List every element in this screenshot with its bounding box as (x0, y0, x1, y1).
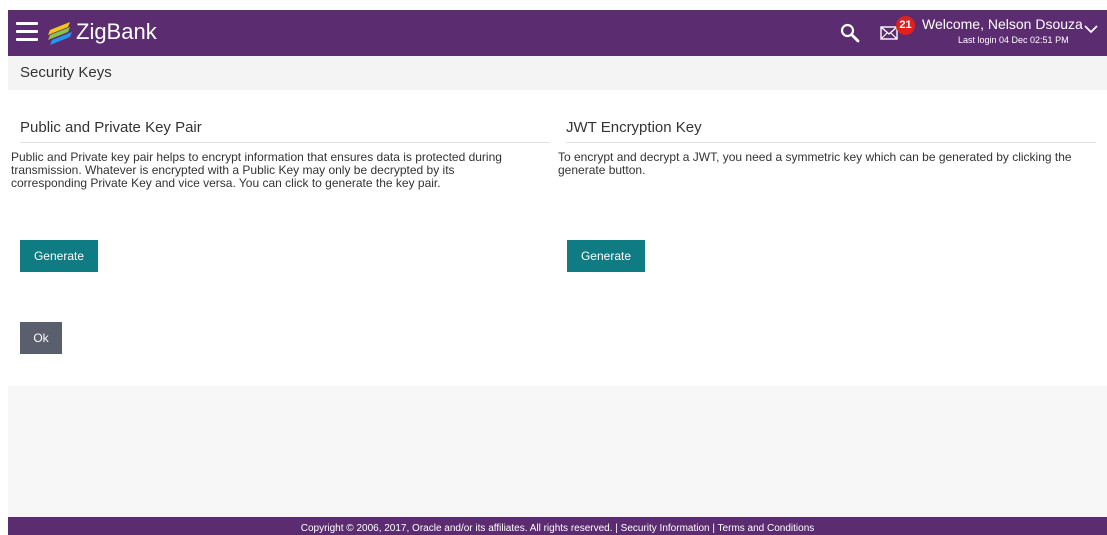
ok-button[interactable]: Ok (20, 322, 62, 354)
jwt-divider (566, 142, 1096, 143)
key-pair-divider (20, 142, 550, 143)
last-login-text: Last login 04 Dec 02:51 PM (958, 35, 1069, 45)
notification-badge: 21 (896, 16, 915, 35)
key-pair-description: Public and Private key pair helps to enc… (11, 151, 556, 190)
key-pair-description-line: corresponding Private Key and vice versa… (11, 176, 441, 190)
welcome-user[interactable]: Welcome, Nelson Dsouza (922, 16, 1083, 32)
footer: Copyright © 2006, 2017, Oracle and/or it… (8, 517, 1107, 535)
jwt-description: To encrypt and decrypt a JWT, you need a… (558, 151, 1103, 177)
generate-jwt-key-button[interactable]: Generate (567, 240, 645, 272)
content-panel: Public and Private Key Pair Public and P… (8, 90, 1107, 386)
key-pair-title: Public and Private Key Pair (20, 119, 202, 136)
chevron-down-icon[interactable] (1084, 24, 1098, 34)
jwt-title: JWT Encryption Key (566, 119, 702, 136)
brand-name[interactable]: ZigBank (76, 19, 157, 45)
generate-key-pair-button[interactable]: Generate (20, 240, 98, 272)
page-header: Security Keys (8, 56, 1107, 90)
zigbank-logo-icon (48, 22, 72, 45)
app-frame: ZigBank 21 Welcome, Nelson Dsouza Last l… (8, 10, 1107, 535)
hamburger-menu-icon[interactable] (16, 22, 38, 42)
page-title: Security Keys (20, 64, 112, 81)
top-header: ZigBank 21 Welcome, Nelson Dsouza Last l… (8, 10, 1107, 56)
search-icon[interactable] (840, 23, 860, 43)
jwt-description-line: generate button. (558, 163, 646, 177)
mail-icon[interactable] (880, 26, 898, 40)
